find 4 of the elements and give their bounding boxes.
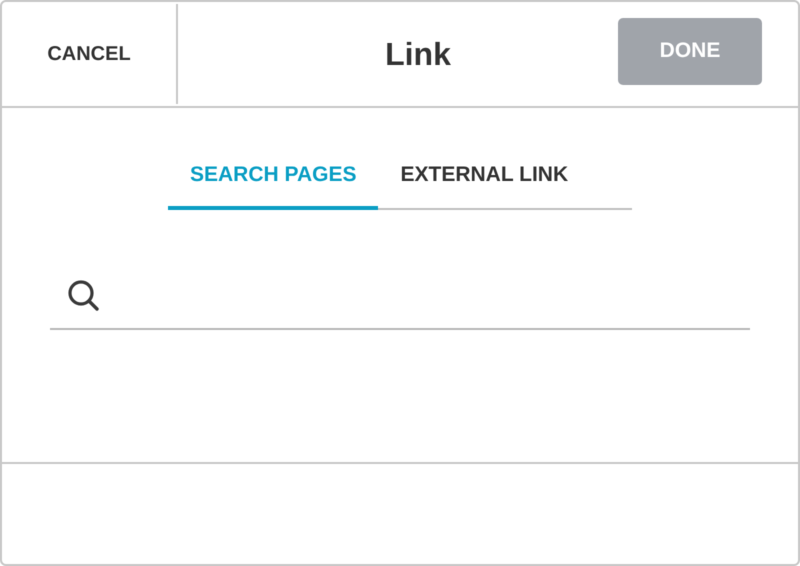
dialog-title: Link xyxy=(384,34,452,74)
search-icon xyxy=(67,279,101,313)
tab[interactable]: EXTERNAL LINK xyxy=(378,144,590,210)
cancel-button[interactable]: CANCEL xyxy=(39,34,139,74)
